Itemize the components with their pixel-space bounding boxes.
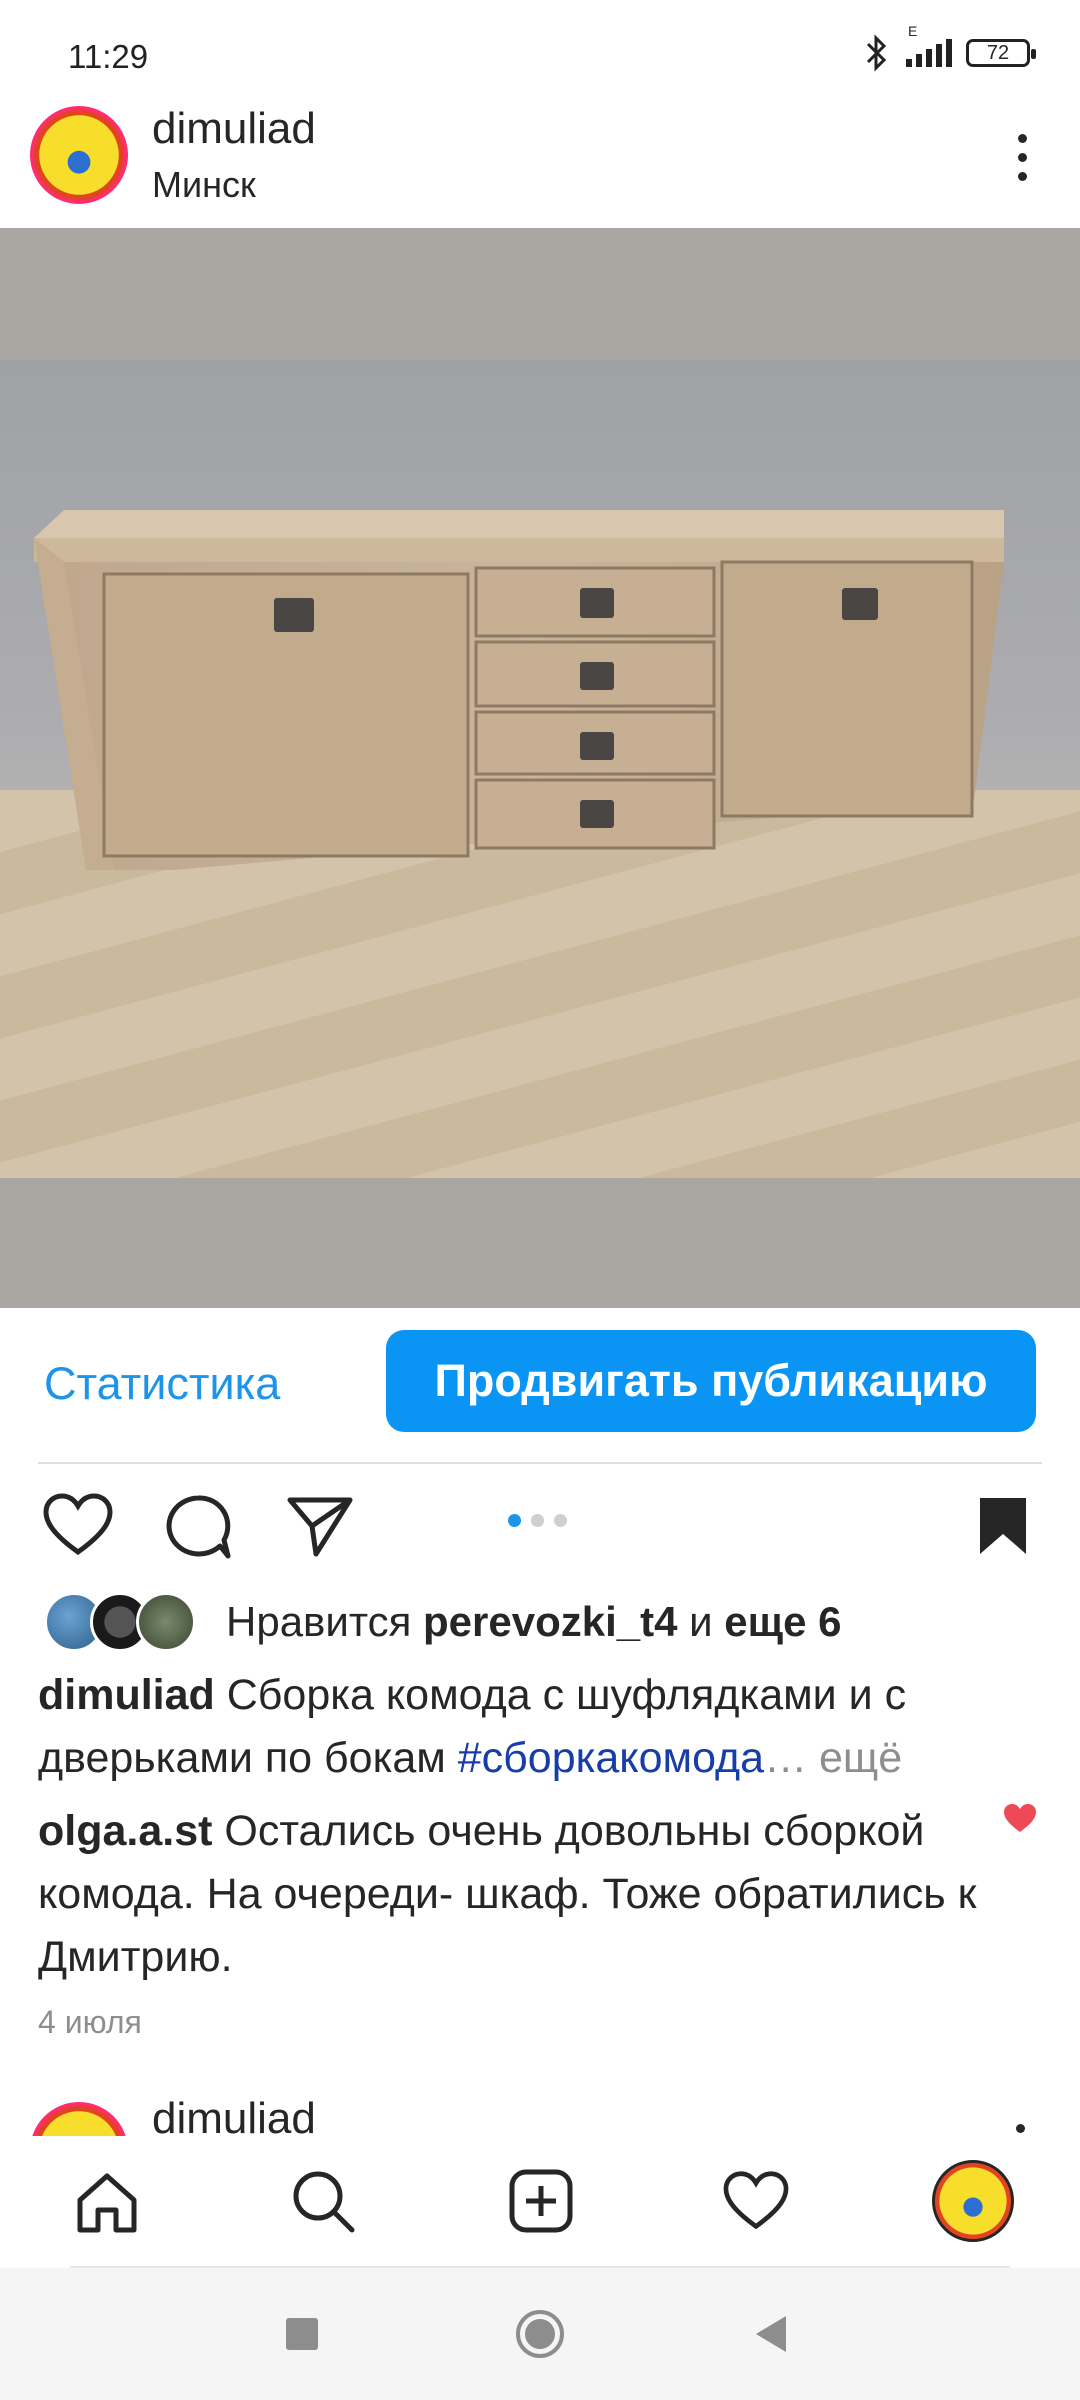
like-heart-icon[interactable]: [42, 1492, 114, 1558]
post-date: 4 июля: [38, 2004, 142, 2040]
post-photo[interactable]: [0, 228, 1080, 1308]
comment: olga.a.st Остались очень довольны сборко…: [38, 1800, 998, 1989]
likes-others[interactable]: еще 6: [724, 1598, 841, 1645]
next-post-more-icon[interactable]: [1016, 2124, 1025, 2133]
system-nav-bar: [0, 2268, 1080, 2400]
search-icon[interactable]: [290, 2168, 356, 2234]
post-username[interactable]: dimuliad: [152, 104, 316, 154]
likes-text: Нравится perevozki_t4 и еще 6: [226, 1598, 841, 1646]
comment-username[interactable]: olga.a.st: [38, 1807, 212, 1855]
likes-joiner: и: [689, 1598, 713, 1645]
avatar[interactable]: [30, 106, 128, 204]
status-icons: E 72: [862, 23, 1036, 72]
statistics-link[interactable]: Статистика: [44, 1358, 280, 1410]
next-post-username[interactable]: dimuliad: [152, 2094, 316, 2136]
battery-icon: 72: [966, 39, 1036, 67]
back-button-icon[interactable]: [754, 2314, 790, 2354]
share-send-icon[interactable]: [286, 1494, 354, 1558]
activity-heart-icon[interactable]: [722, 2170, 790, 2232]
comment-like-heart-icon[interactable]: [1002, 1802, 1038, 1834]
bottom-nav: [0, 2136, 1080, 2268]
more-options-icon[interactable]: [1018, 134, 1028, 191]
caption-hashtag[interactable]: #сборкакомода: [458, 1734, 764, 1782]
network-type: E: [908, 23, 918, 39]
new-post-icon[interactable]: [508, 2168, 574, 2234]
home-icon[interactable]: [74, 2170, 140, 2236]
signal-icon: E: [906, 23, 952, 67]
next-post-avatar[interactable]: [30, 2102, 128, 2136]
caption-ellipsis: …: [764, 1734, 808, 1782]
divider: [38, 1462, 1042, 1464]
recents-button-icon[interactable]: [286, 2318, 318, 2350]
profile-avatar-icon[interactable]: [932, 2160, 1014, 2242]
home-button-icon[interactable]: [514, 2308, 566, 2360]
dresser-illustration: [34, 510, 1004, 870]
caption-more[interactable]: ещё: [819, 1734, 902, 1782]
likes-row[interactable]: Нравится perevozki_t4 и еще 6: [44, 1592, 841, 1652]
next-post-peek: dimuliad: [0, 2092, 1080, 2136]
caption-username[interactable]: dimuliad: [38, 1671, 215, 1719]
promote-button[interactable]: Продвигать публикацию: [386, 1330, 1036, 1432]
bookmark-icon[interactable]: [976, 1494, 1030, 1558]
status-time: 11:29: [68, 38, 149, 75]
post-caption: dimuliad Сборка комода с шуфлядками и с …: [38, 1664, 1038, 1790]
photo-room: [0, 360, 1080, 1178]
comment-icon[interactable]: [164, 1494, 232, 1560]
liker-avatar: [136, 1592, 196, 1652]
carousel-dots: [508, 1514, 567, 1527]
likes-user[interactable]: perevozki_t4: [423, 1598, 677, 1645]
bluetooth-icon: [866, 34, 887, 72]
battery-level: 72: [986, 41, 1010, 64]
likes-prefix: Нравится: [226, 1598, 412, 1645]
post-location[interactable]: Минск: [152, 164, 256, 206]
